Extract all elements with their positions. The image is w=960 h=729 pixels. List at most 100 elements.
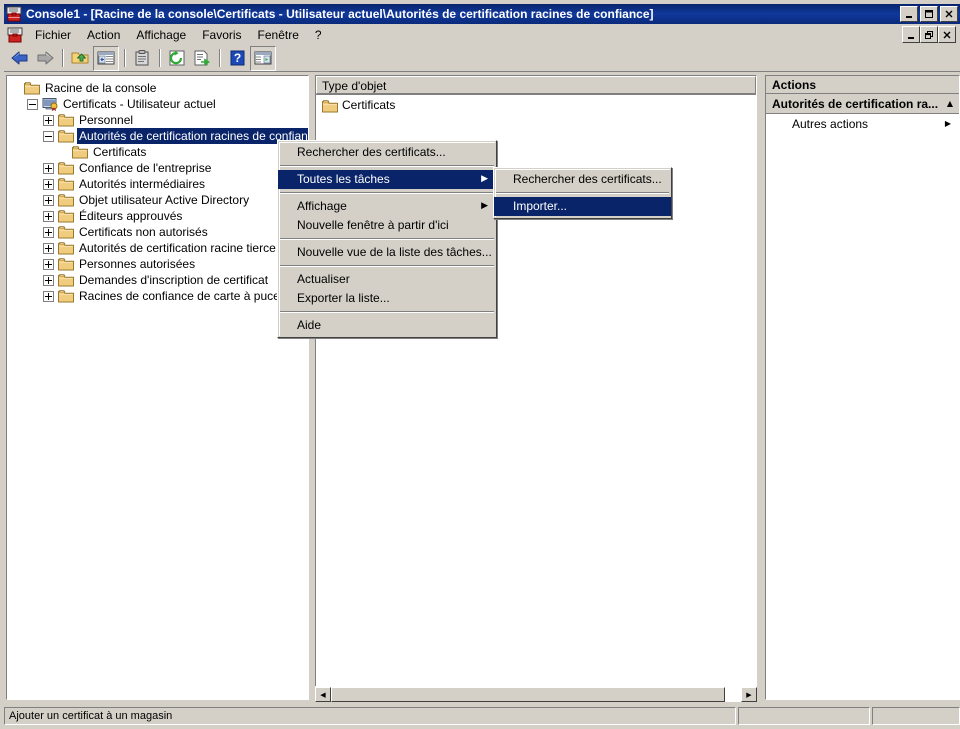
tree-node-label: Racines de confiance de carte à puce	[79, 289, 280, 303]
export-list-icon[interactable]	[190, 47, 214, 70]
tree-collapse-icon[interactable]	[27, 98, 38, 110]
tree-node[interactable]: Objet utilisateur Active Directory	[11, 192, 308, 208]
list-item-cell: Certificats	[342, 98, 396, 112]
menu-action[interactable]: Action	[79, 26, 128, 44]
toolbar-separator	[124, 49, 126, 67]
tree-expand-icon[interactable]	[43, 226, 54, 238]
menu-aide[interactable]: ?	[307, 26, 330, 44]
menu-item[interactable]: Affichage ▶	[278, 197, 496, 216]
menu-item[interactable]: Rechercher des certificats...	[278, 143, 496, 162]
maximize-button[interactable]	[920, 6, 938, 22]
refresh-icon[interactable]	[165, 47, 189, 70]
window-title: Console1 - [Racine de la console\Certifi…	[26, 7, 654, 21]
menu-item-label: Affichage	[297, 199, 347, 213]
child-close-button[interactable]	[938, 26, 956, 43]
menu-item[interactable]: Actualiser	[278, 270, 496, 289]
scrollbar-track[interactable]	[331, 687, 741, 702]
tree-expand-icon[interactable]	[43, 274, 54, 286]
chevron-up-icon[interactable]: ▲	[947, 94, 953, 113]
tree-expand-icon[interactable]	[43, 178, 54, 190]
scroll-left-button[interactable]: ◀	[315, 687, 331, 702]
tree-expand-icon[interactable]	[43, 210, 54, 222]
tree-node[interactable]: Racines de confiance de carte à puce	[11, 288, 308, 304]
list-horizontal-scrollbar[interactable]: ◀ ▶	[315, 686, 757, 702]
menu-item[interactable]: Nouvelle fenêtre à partir d'ici	[278, 216, 496, 235]
folder-icon	[58, 209, 74, 223]
status-panel-right	[872, 707, 960, 725]
menu-item[interactable]: Exporter la liste...	[278, 289, 496, 308]
menu-item-label: Rechercher des certificats...	[513, 172, 662, 186]
child-restore-button[interactable]	[920, 26, 938, 43]
child-minimize-button[interactable]	[902, 26, 920, 43]
tree-node-label: Éditeurs approuvés	[79, 209, 183, 223]
help-icon[interactable]: ?	[225, 47, 249, 70]
actions-group-header[interactable]: Autorités de certification ra... ▲	[766, 94, 959, 114]
close-button[interactable]	[940, 6, 958, 22]
tree-node[interactable]: Personnes autorisées	[11, 256, 308, 272]
folder-icon	[322, 99, 338, 113]
list-item[interactable]: Certificats	[318, 97, 756, 114]
menu-item-label: Actualiser	[297, 272, 350, 286]
column-header-type-objet[interactable]: Type d'objet	[316, 76, 756, 94]
context-submenu: Rechercher des certificats... Importer...	[493, 167, 672, 219]
mmc-console-icon	[6, 6, 22, 22]
tree-node[interactable]: Confiance de l'entreprise	[11, 160, 308, 176]
menu-favoris[interactable]: Favoris	[194, 26, 249, 44]
folder-icon	[58, 161, 74, 175]
tree-node[interactable]: Demandes d'inscription de certificat	[11, 272, 308, 288]
tree-node[interactable]: Personnel	[11, 112, 308, 128]
tree-node[interactable]: Autorités intermédiaires	[11, 176, 308, 192]
status-bar: Ajouter un certificat à un magasin	[4, 705, 960, 727]
folder-icon	[58, 289, 74, 303]
menu-affichage[interactable]: Affichage	[128, 26, 194, 44]
tree-expand-icon[interactable]	[43, 290, 54, 302]
menu-item[interactable]: Toutes les tâches ▶	[278, 170, 496, 189]
mmc-child-icon[interactable]	[7, 27, 23, 43]
tree-node-label: Personnes autorisées	[79, 257, 196, 271]
tree-node[interactable]: Autorités de certification racines de co…	[11, 128, 308, 144]
title-bar: Console1 - [Racine de la console\Certifi…	[4, 4, 960, 24]
tree-expand-icon[interactable]	[43, 242, 54, 254]
menu-item[interactable]: Importer...	[494, 197, 671, 216]
tree-node-label: Certificats - Utilisateur actuel	[63, 97, 216, 111]
show-action-pane-icon[interactable]	[250, 45, 276, 71]
tree-node[interactable]: Certificats non autorisés	[11, 224, 308, 240]
menu-item[interactable]: Rechercher des certificats...	[494, 170, 671, 189]
tree-node[interactable]: Certificats - Utilisateur actuel	[11, 96, 308, 112]
folder-icon	[72, 145, 88, 159]
tree-collapse-icon[interactable]	[43, 130, 54, 142]
menu-item[interactable]: Aide	[278, 316, 496, 335]
minimize-button[interactable]	[900, 6, 918, 22]
menu-item[interactable]: Nouvelle vue de la liste des tâches...	[278, 243, 496, 262]
tree-node[interactable]: Éditeurs approuvés	[11, 208, 308, 224]
show-hide-tree-icon[interactable]	[93, 45, 119, 71]
menu-item-label: Nouvelle fenêtre à partir d'ici	[297, 218, 449, 232]
tree-node[interactable]: Certificats	[11, 144, 308, 160]
console-tree-pane: Racine de la console Certificats - Utilis…	[6, 75, 309, 700]
tree-node[interactable]: Autorités de certification racine tierce…	[11, 240, 308, 256]
back-arrow-icon[interactable]	[8, 47, 32, 70]
action-item-label: Autres actions	[792, 117, 869, 131]
status-panel-middle	[738, 707, 870, 725]
context-menu: Rechercher des certificats... Toutes les …	[277, 140, 497, 338]
tree-node[interactable]: Racine de la console	[11, 80, 308, 96]
tree-expand-icon[interactable]	[43, 114, 54, 126]
scroll-right-button[interactable]: ▶	[741, 687, 757, 702]
action-item-autres-actions[interactable]: Autres actions ▶	[766, 114, 959, 134]
up-folder-icon[interactable]	[68, 47, 92, 70]
tree-expand-icon[interactable]	[43, 194, 54, 206]
properties-clipboard-icon[interactable]	[130, 47, 154, 70]
tree-expand-icon[interactable]	[43, 162, 54, 174]
toolbar-separator	[219, 49, 221, 67]
menu-separator	[496, 192, 669, 194]
folder-icon	[58, 193, 74, 207]
tree-node-label: Certificats non autorisés	[79, 225, 208, 239]
scrollbar-thumb[interactable]	[331, 687, 725, 702]
menu-item-label: Exporter la liste...	[297, 291, 390, 305]
menu-fichier[interactable]: Fichier	[27, 26, 79, 44]
tree-expand-icon[interactable]	[43, 258, 54, 270]
tree-node-label: Certificats	[93, 145, 147, 159]
list-column-header: Type d'objet	[316, 76, 756, 95]
forward-arrow-icon[interactable]	[33, 47, 57, 70]
menu-fenetre[interactable]: Fenêtre	[250, 26, 307, 44]
